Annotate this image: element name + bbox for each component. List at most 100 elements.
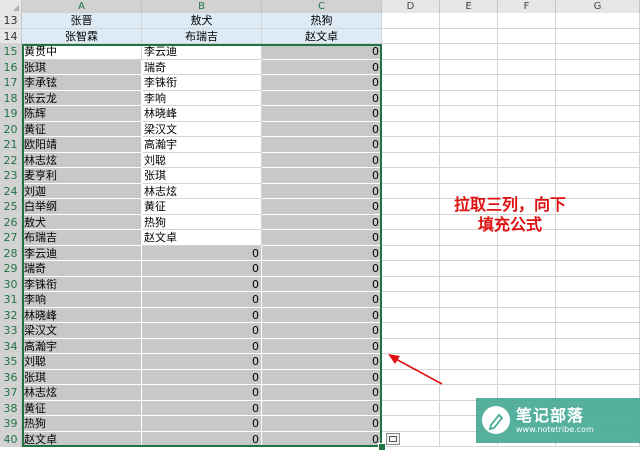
cell-c[interactable]: 0 xyxy=(262,121,382,137)
empty-cell[interactable] xyxy=(556,354,640,370)
cell-c[interactable]: 0 xyxy=(262,75,382,91)
row-number[interactable]: 26 xyxy=(0,214,22,230)
cell-a[interactable]: 麦亨利 xyxy=(22,168,142,184)
empty-cell[interactable] xyxy=(382,121,440,137)
row-number[interactable]: 13 xyxy=(0,13,22,29)
empty-cell[interactable] xyxy=(556,44,640,60)
empty-cell[interactable] xyxy=(556,75,640,91)
header-cell-c[interactable]: 赵文卓 xyxy=(262,28,382,44)
row-number[interactable]: 27 xyxy=(0,230,22,246)
empty-cell[interactable] xyxy=(440,137,498,153)
row-number[interactable]: 33 xyxy=(0,323,22,339)
row-number[interactable]: 37 xyxy=(0,385,22,401)
cell-c[interactable]: 0 xyxy=(262,369,382,385)
header-cell-a[interactable]: 张晋 xyxy=(22,13,142,29)
empty-cell[interactable] xyxy=(498,59,556,75)
empty-cell[interactable] xyxy=(440,13,498,29)
empty-cell[interactable] xyxy=(382,13,440,29)
row-number[interactable]: 36 xyxy=(0,369,22,385)
empty-cell[interactable] xyxy=(382,90,440,106)
row-number[interactable]: 24 xyxy=(0,183,22,199)
cell-b[interactable]: 0 xyxy=(142,292,262,308)
column-header-f[interactable]: F xyxy=(498,0,556,13)
cell-a[interactable]: 李铢衔 xyxy=(22,276,142,292)
row-number[interactable]: 14 xyxy=(0,28,22,44)
cell-a[interactable]: 林志炫 xyxy=(22,385,142,401)
empty-cell[interactable] xyxy=(498,369,556,385)
empty-cell[interactable] xyxy=(440,121,498,137)
column-header-g[interactable]: G xyxy=(556,0,640,13)
cell-b[interactable]: 0 xyxy=(142,307,262,323)
empty-cell[interactable] xyxy=(556,338,640,354)
empty-cell[interactable] xyxy=(382,152,440,168)
empty-cell[interactable] xyxy=(498,137,556,153)
cell-a[interactable]: 欧阳靖 xyxy=(22,137,142,153)
cell-c[interactable]: 0 xyxy=(262,323,382,339)
row-number[interactable]: 28 xyxy=(0,245,22,261)
row-number[interactable]: 35 xyxy=(0,354,22,370)
cell-a[interactable]: 赵文卓 xyxy=(22,431,142,447)
row-number[interactable]: 21 xyxy=(0,137,22,153)
cell-c[interactable]: 0 xyxy=(262,400,382,416)
cell-c[interactable]: 0 xyxy=(262,152,382,168)
cell-b[interactable]: 0 xyxy=(142,323,262,339)
empty-cell[interactable] xyxy=(440,152,498,168)
empty-cell[interactable] xyxy=(382,323,440,339)
cell-c[interactable]: 0 xyxy=(262,59,382,75)
empty-cell[interactable] xyxy=(498,323,556,339)
cell-b[interactable]: 0 xyxy=(142,338,262,354)
empty-cell[interactable] xyxy=(382,137,440,153)
empty-cell[interactable] xyxy=(440,44,498,60)
empty-cell[interactable] xyxy=(382,245,440,261)
cell-c[interactable]: 0 xyxy=(262,261,382,277)
cell-a[interactable]: 李响 xyxy=(22,292,142,308)
empty-cell[interactable] xyxy=(556,137,640,153)
cell-a[interactable]: 瑞奇 xyxy=(22,261,142,277)
empty-cell[interactable] xyxy=(498,168,556,184)
cell-b[interactable]: 0 xyxy=(142,354,262,370)
empty-cell[interactable] xyxy=(382,106,440,122)
row-number[interactable]: 19 xyxy=(0,106,22,122)
empty-cell[interactable] xyxy=(382,292,440,308)
cell-c[interactable]: 0 xyxy=(262,385,382,401)
cell-a[interactable]: 热狗 xyxy=(22,416,142,432)
empty-cell[interactable] xyxy=(556,13,640,29)
cell-b[interactable]: 李响 xyxy=(142,90,262,106)
cell-c[interactable]: 0 xyxy=(262,106,382,122)
cell-c[interactable]: 0 xyxy=(262,214,382,230)
cell-b[interactable]: 热狗 xyxy=(142,214,262,230)
empty-cell[interactable] xyxy=(498,292,556,308)
cell-b[interactable]: 0 xyxy=(142,431,262,447)
cell-c[interactable]: 0 xyxy=(262,90,382,106)
cell-b[interactable]: 0 xyxy=(142,416,262,432)
cell-c[interactable]: 0 xyxy=(262,354,382,370)
cell-a[interactable]: 张云龙 xyxy=(22,90,142,106)
cell-b[interactable]: 李云迪 xyxy=(142,44,262,60)
row-number[interactable]: 18 xyxy=(0,90,22,106)
empty-cell[interactable] xyxy=(498,307,556,323)
row-number[interactable]: 22 xyxy=(0,152,22,168)
empty-cell[interactable] xyxy=(440,168,498,184)
empty-cell[interactable] xyxy=(440,106,498,122)
column-header-c[interactable]: C xyxy=(262,0,382,13)
column-header-a[interactable]: A xyxy=(22,0,142,13)
empty-cell[interactable] xyxy=(382,261,440,277)
empty-cell[interactable] xyxy=(498,121,556,137)
row-number[interactable]: 34 xyxy=(0,338,22,354)
cell-c[interactable]: 0 xyxy=(262,199,382,215)
row-number[interactable]: 32 xyxy=(0,307,22,323)
empty-cell[interactable] xyxy=(440,28,498,44)
empty-cell[interactable] xyxy=(440,75,498,91)
row-number[interactable]: 16 xyxy=(0,59,22,75)
empty-cell[interactable] xyxy=(382,276,440,292)
row-number[interactable]: 23 xyxy=(0,168,22,184)
cell-c[interactable]: 0 xyxy=(262,276,382,292)
empty-cell[interactable] xyxy=(498,245,556,261)
cell-b[interactable]: 0 xyxy=(142,400,262,416)
header-cell-b[interactable]: 布瑞吉 xyxy=(142,28,262,44)
cell-a[interactable]: 高瀚宇 xyxy=(22,338,142,354)
empty-cell[interactable] xyxy=(382,214,440,230)
cell-c[interactable]: 0 xyxy=(262,292,382,308)
empty-cell[interactable] xyxy=(556,106,640,122)
empty-cell[interactable] xyxy=(556,369,640,385)
